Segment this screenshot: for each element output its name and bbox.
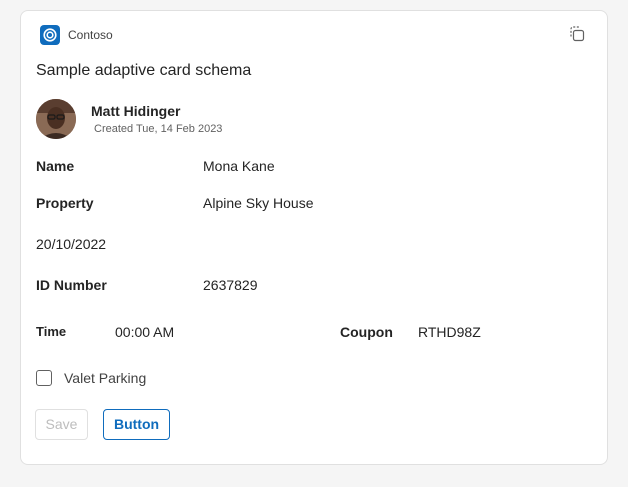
valet-parking-checkbox[interactable]: [36, 370, 52, 386]
date-text: 20/10/2022: [36, 236, 107, 252]
time-value: 00:00 AM: [115, 324, 175, 340]
author-name: Matt Hidinger: [91, 103, 181, 119]
author-avatar: [36, 99, 76, 139]
coupon-value: RTHD98Z: [418, 324, 481, 340]
valet-parking-label[interactable]: Valet Parking: [64, 369, 146, 387]
adaptive-card: Contoso Sample adaptive card schema Matt…: [20, 10, 608, 465]
id-number-value: 2637829: [203, 277, 258, 293]
contoso-logo-icon: [40, 25, 60, 45]
action-button[interactable]: Button: [103, 409, 170, 440]
fact-label-property: Property: [36, 195, 94, 211]
coupon-label: Coupon: [340, 324, 393, 340]
created-date: Created Tue, 14 Feb 2023: [94, 123, 223, 135]
fact-label-name: Name: [36, 158, 75, 174]
copy-icon[interactable]: [567, 24, 587, 44]
fact-value-property: Alpine Sky House: [203, 195, 314, 211]
card-title: Sample adaptive card schema: [36, 62, 252, 79]
time-label: Time: [36, 324, 67, 339]
app-name: Contoso: [68, 28, 113, 42]
id-number-label: ID Number: [36, 277, 107, 293]
fact-value-name: Mona Kane: [203, 158, 275, 174]
save-button[interactable]: Save: [35, 409, 88, 440]
